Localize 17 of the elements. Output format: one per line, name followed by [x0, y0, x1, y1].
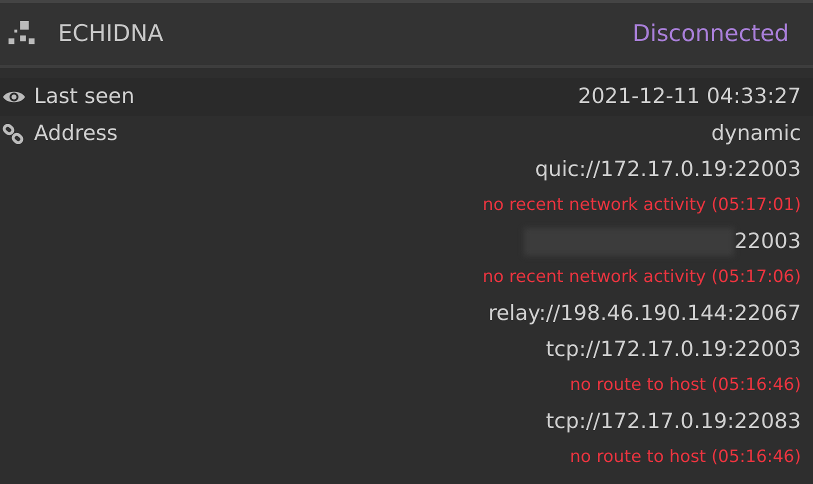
address-text: tcp://172.17.0.19:22083: [546, 408, 801, 436]
link-icon: [2, 124, 24, 144]
error-text: no recent network activity (05:17:01): [482, 194, 801, 218]
error-text: no route to host (05:16:46): [570, 446, 801, 470]
last-seen-value: 2021-12-11 04:33:27: [578, 83, 801, 110]
last-seen-label: Last seen: [34, 83, 135, 110]
address-text: 22003: [734, 228, 801, 256]
address-text: quic://172.17.0.19:22003: [534, 156, 801, 184]
address-text: dynamic: [711, 120, 801, 148]
address-text: relay://198.46.190.144:22067: [488, 300, 801, 328]
error-text: no recent network activity (05:17:06): [482, 266, 801, 290]
address-text: tcp://172.17.0.19:22003: [546, 336, 801, 364]
device-header[interactable]: ECHIDNA Disconnected: [0, 0, 813, 68]
address-label: Address: [34, 120, 118, 148]
error-text: no route to host (05:16:46): [570, 374, 801, 398]
device-name: ECHIDNA: [58, 20, 164, 49]
status-text: Disconnected: [632, 20, 789, 49]
